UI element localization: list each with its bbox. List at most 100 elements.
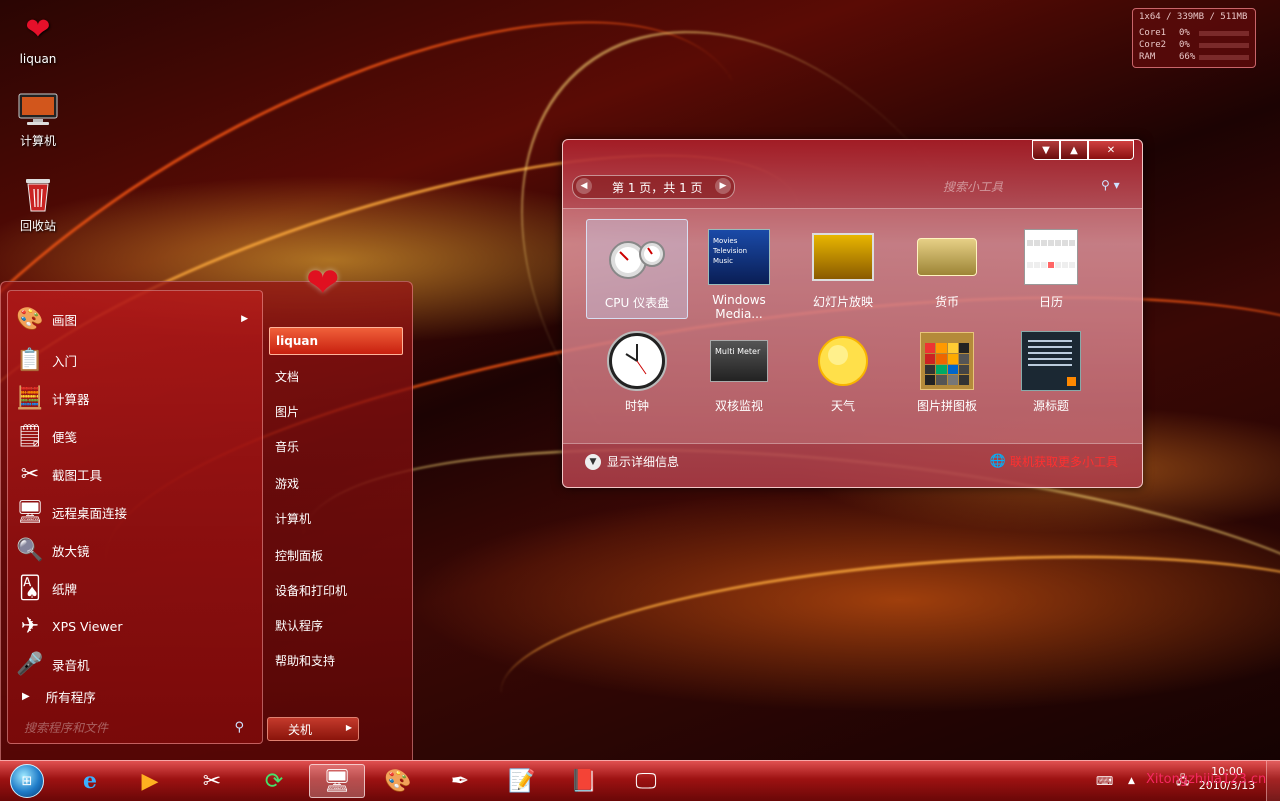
sysmon-header: 1x64 / 339MB / 511MB (1139, 12, 1248, 22)
desktop-icon-label: liquan (19, 52, 57, 66)
close-button[interactable]: ✕ (1088, 140, 1134, 160)
sysmon-row: Core2 0% (1139, 40, 1249, 51)
windows-logo-icon: ⊞ (21, 773, 33, 789)
program-remote-desktop[interactable]: 🖥 远程桌面连接 (14, 496, 256, 528)
start-item-documents[interactable]: 文档 (269, 362, 403, 390)
program-calculator[interactable]: 🧮 计算器 (14, 382, 256, 414)
gadget-windows-media-center[interactable]: Movies Television Music Windows Media... (688, 219, 790, 321)
start-item-games[interactable]: 游戏 (269, 469, 403, 497)
gadget-weather[interactable]: 天气 (792, 323, 894, 423)
media-player-icon: ▶ (141, 768, 159, 794)
wordpad-icon: 📝 (508, 768, 536, 794)
taskbar-app-paint[interactable]: 🎨 (372, 764, 424, 798)
all-programs[interactable]: ▶ 所有程序 (22, 687, 96, 706)
taskbar-app-monitor[interactable]: 🖵 (620, 764, 672, 798)
submenu-arrow-icon: ▶ (241, 314, 248, 324)
taskbar-app-internet-explorer[interactable]: e (64, 764, 116, 798)
show-details-toggle[interactable]: ▼ 显示详细信息 (585, 453, 679, 470)
desktop-icon-user[interactable]: ❤ liquan (3, 10, 73, 67)
desktop-icon-label: 计算机 (19, 134, 56, 148)
next-page-button[interactable]: ▶ (715, 178, 731, 194)
start-item-help-support[interactable]: 帮助和支持 (269, 646, 403, 674)
start-item-computer[interactable]: 计算机 (269, 504, 403, 532)
start-search-input[interactable]: 搜索程序和文件 ⚲ (24, 719, 248, 739)
taskbar-app-refresh[interactable]: ⟳ (248, 764, 300, 798)
collapse-button[interactable]: ▼ (1032, 140, 1060, 160)
media-center-icon: Movies Television Music (708, 227, 770, 287)
calculator-icon: 🧮 (16, 385, 44, 411)
start-item-control-panel[interactable]: 控制面板 (269, 541, 403, 569)
book-icon: 📕 (570, 768, 598, 794)
gadget-label: 时钟 (624, 399, 649, 413)
gadget-gallery-window: ▼ ▲ ✕ ◀ 第 1 页，共 1 页 ▶ 搜索小工具 ⚲ ▾ CPU 仪表盘 … (562, 139, 1143, 488)
gadget-currency[interactable]: 货币 (896, 219, 998, 319)
paint-icon: 🎨 (16, 306, 44, 332)
program-paint[interactable]: 🎨 画图 ▶ (14, 303, 256, 335)
gadget-multi-meter[interactable]: Multi Meter 双核监视 (688, 323, 790, 423)
gadget-slideshow[interactable]: 幻灯片放映 (792, 219, 894, 319)
start-item-pictures[interactable]: 图片 (269, 397, 403, 425)
gadget-label: Windows Media... (712, 293, 766, 321)
shutdown-button[interactable]: 关机 ▶ (267, 717, 359, 741)
shutdown-options-arrow-icon[interactable]: ▶ (346, 723, 352, 732)
cpu-meter-icon (606, 228, 668, 288)
program-getting-started[interactable]: 📋 入门 (14, 344, 256, 376)
multi-meter-icon: Multi Meter (708, 331, 770, 391)
taskbar-app-remote-desktop[interactable]: 🖥 (309, 764, 365, 798)
taskbar-app-feather[interactable]: ✒ (434, 764, 486, 798)
chevron-up-icon: ▲ (1070, 144, 1078, 156)
system-monitor-gadget[interactable]: 1x64 / 339MB / 511MB Core1 0% Core2 0% R… (1132, 8, 1256, 68)
gadget-search-input[interactable]: 搜索小工具 ⚲ ▾ (943, 178, 1123, 196)
chevron-up-icon: ▲ (1128, 776, 1135, 786)
desktop-icon-recycle-bin[interactable]: 回收站 (3, 175, 73, 234)
start-item-music[interactable]: 音乐 (269, 432, 403, 460)
expand-button[interactable]: ▲ (1060, 140, 1088, 160)
program-xps-viewer[interactable]: ✈ XPS Viewer (14, 610, 256, 642)
puzzle-icon (916, 331, 978, 391)
desktop-icon-computer[interactable]: 计算机 (3, 90, 73, 149)
start-item-user[interactable]: liquan (269, 327, 403, 355)
gadget-cpu-meter[interactable]: CPU 仪表盘 (586, 219, 688, 319)
start-item-devices-printers[interactable]: 设备和打印机 (269, 576, 403, 604)
gadget-picture-puzzle[interactable]: 图片拼图板 (896, 323, 998, 423)
show-hidden-icons-button[interactable]: ▲ (1128, 761, 1135, 801)
taskbar-app-book[interactable]: 📕 (558, 764, 610, 798)
recycle-bin-icon (16, 175, 60, 213)
search-icon: ⚲ ▾ (1101, 178, 1120, 192)
prev-page-button[interactable]: ◀ (576, 178, 592, 194)
get-more-gadgets-link[interactable]: 🌐 联机获取更多小工具 (990, 453, 1118, 470)
taskbar-app-wordpad[interactable]: 📝 (496, 764, 548, 798)
start-item-default-programs[interactable]: 默认程序 (269, 611, 403, 639)
gadget-label: 源标题 (1032, 399, 1069, 413)
taskbar-app-media-player[interactable]: ▶ (124, 764, 176, 798)
program-solitaire[interactable]: 🂡 纸牌 (14, 572, 256, 604)
snipping-tool-icon: ✂ (202, 768, 222, 794)
show-desktop-button[interactable] (1266, 761, 1280, 801)
gadget-label: CPU 仪表盘 (604, 296, 670, 310)
program-sticky-notes[interactable]: 🗒 便笺 (14, 420, 256, 452)
currency-icon (916, 227, 978, 287)
xps-viewer-icon: ✈ (20, 613, 40, 639)
program-snipping-tool[interactable]: ✂ 截图工具 (14, 458, 256, 490)
gadget-calendar[interactable]: 日历 (1000, 219, 1102, 319)
start-button[interactable]: ⊞ (10, 764, 44, 798)
program-sound-recorder[interactable]: 🎤 录音机 (14, 648, 256, 680)
slideshow-icon (812, 227, 874, 287)
gadget-label: 货币 (934, 295, 959, 309)
sysmon-bar (1199, 43, 1249, 48)
gadget-clock[interactable]: 时钟 (586, 323, 688, 423)
program-magnifier[interactable]: 🔍 放大镜 (14, 534, 256, 566)
refresh-green-icon: ⟳ (264, 768, 284, 794)
media-tile-text: Movies Television Music (708, 229, 770, 285)
sticky-notes-icon: 🗒 (16, 423, 44, 449)
chevron-down-icon: ▼ (1042, 144, 1050, 156)
gadget-label: 天气 (830, 399, 855, 413)
sysmon-row: RAM 66% (1139, 52, 1249, 63)
gadget-feed-headlines[interactable]: 源标题 (1000, 323, 1102, 423)
remote-desktop-icon: 🖥 (16, 499, 44, 525)
sysmon-bar (1199, 31, 1249, 36)
sound-recorder-icon: 🎤 (16, 651, 44, 677)
taskbar-app-snipping-tool[interactable]: ✂ (186, 764, 238, 798)
magnifier-icon: 🔍 (16, 537, 44, 563)
keyboard-icon[interactable]: ⌨ (1096, 761, 1113, 801)
